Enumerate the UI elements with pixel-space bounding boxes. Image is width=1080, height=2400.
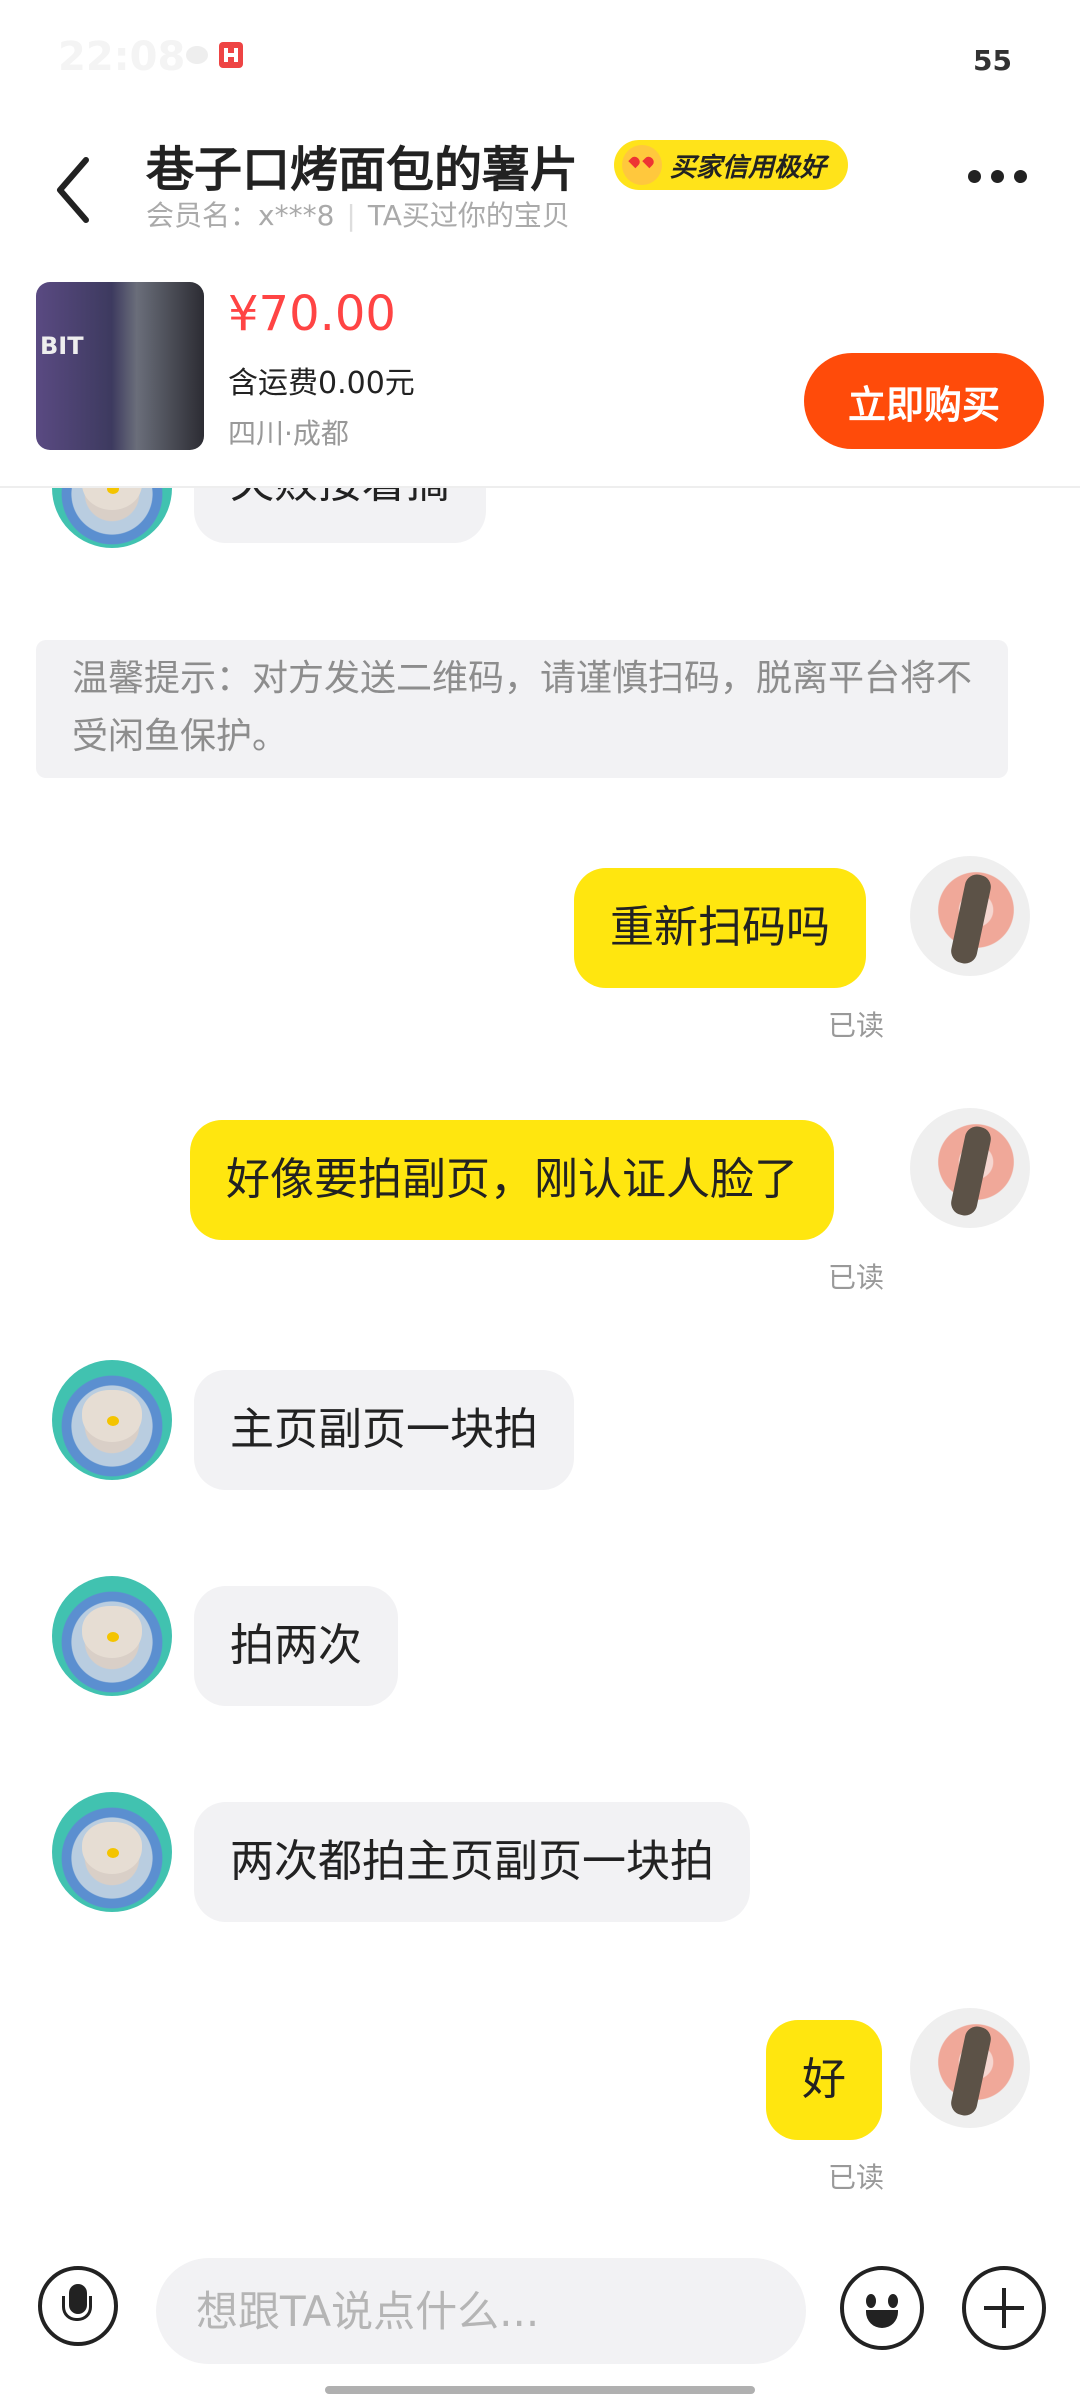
message-bubble[interactable]: 两次都拍主页副页一块拍: [194, 1802, 750, 1922]
relation-text: TA买过你的宝贝: [367, 199, 570, 232]
message-bubble[interactable]: 好: [766, 2020, 882, 2140]
message-bubble[interactable]: 拍两次: [194, 1586, 398, 1706]
message-input[interactable]: [156, 2258, 806, 2364]
message-bubble[interactable]: 失败接着搞: [194, 488, 486, 543]
contact-avatar[interactable]: [52, 1360, 172, 1480]
read-status: 已读: [828, 2161, 885, 2194]
my-avatar[interactable]: [910, 2008, 1030, 2128]
more-button[interactable]: [968, 168, 1038, 188]
product-price: ¥70.00: [228, 286, 396, 342]
my-avatar[interactable]: [910, 1108, 1030, 1228]
my-avatar[interactable]: [910, 856, 1030, 976]
safety-notice: 温馨提示：对方发送二维码，请谨慎扫码，脱离平台将不受闲鱼保护。: [36, 640, 1008, 778]
input-bar: [0, 2248, 1080, 2400]
credit-badge: 买家信用极好: [614, 140, 849, 190]
status-bar: 22:08 55: [0, 0, 1080, 110]
product-location: 四川·成都: [228, 417, 349, 450]
home-indicator[interactable]: [325, 2386, 755, 2394]
heart-eyes-icon: [622, 145, 662, 185]
message-bubble[interactable]: 重新扫码吗: [574, 868, 866, 988]
back-button[interactable]: [50, 150, 100, 230]
buy-now-button[interactable]: 立即购买: [804, 353, 1044, 449]
notification-icons: [185, 40, 245, 74]
product-image[interactable]: BIT: [36, 282, 204, 450]
voice-button[interactable]: [38, 2266, 118, 2346]
read-status: 已读: [828, 1009, 885, 1042]
credit-badge-label: 买家信用极好: [670, 152, 827, 183]
battery-level: 55: [973, 44, 1012, 77]
message-bubble[interactable]: 主页副页一块拍: [194, 1370, 574, 1490]
contact-name: 巷子口烤面包的薯片: [146, 142, 579, 198]
contact-avatar[interactable]: [52, 1576, 172, 1696]
contact-avatar[interactable]: [52, 1792, 172, 1912]
status-time: 22:08: [58, 34, 186, 80]
member-info: 会员名：x***8 | TA买过你的宝贝: [146, 199, 570, 232]
contact-avatar[interactable]: [52, 488, 172, 548]
message-bubble[interactable]: 好像要拍副页，刚认证人脸了: [190, 1120, 834, 1240]
read-status: 已读: [828, 1261, 885, 1294]
chat-header: 巷子口烤面包的薯片 买家信用极好 会员名：x***8 | TA买过你的宝贝: [0, 110, 1080, 260]
more-icon: [968, 170, 981, 183]
shipping-info: 含运费0.00元: [228, 366, 415, 401]
product-card[interactable]: BIT ¥70.00 含运费0.00元 四川·成都 立即购买: [0, 270, 1080, 485]
plus-button[interactable]: [962, 2266, 1046, 2350]
emoji-button[interactable]: [840, 2266, 924, 2350]
chat-list[interactable]: 失败接着搞 温馨提示：对方发送二维码，请谨慎扫码，脱离平台将不受闲鱼保护。 重新…: [0, 488, 1080, 2248]
back-icon: [57, 157, 89, 223]
member-name: 会员名：x***8: [146, 199, 335, 232]
